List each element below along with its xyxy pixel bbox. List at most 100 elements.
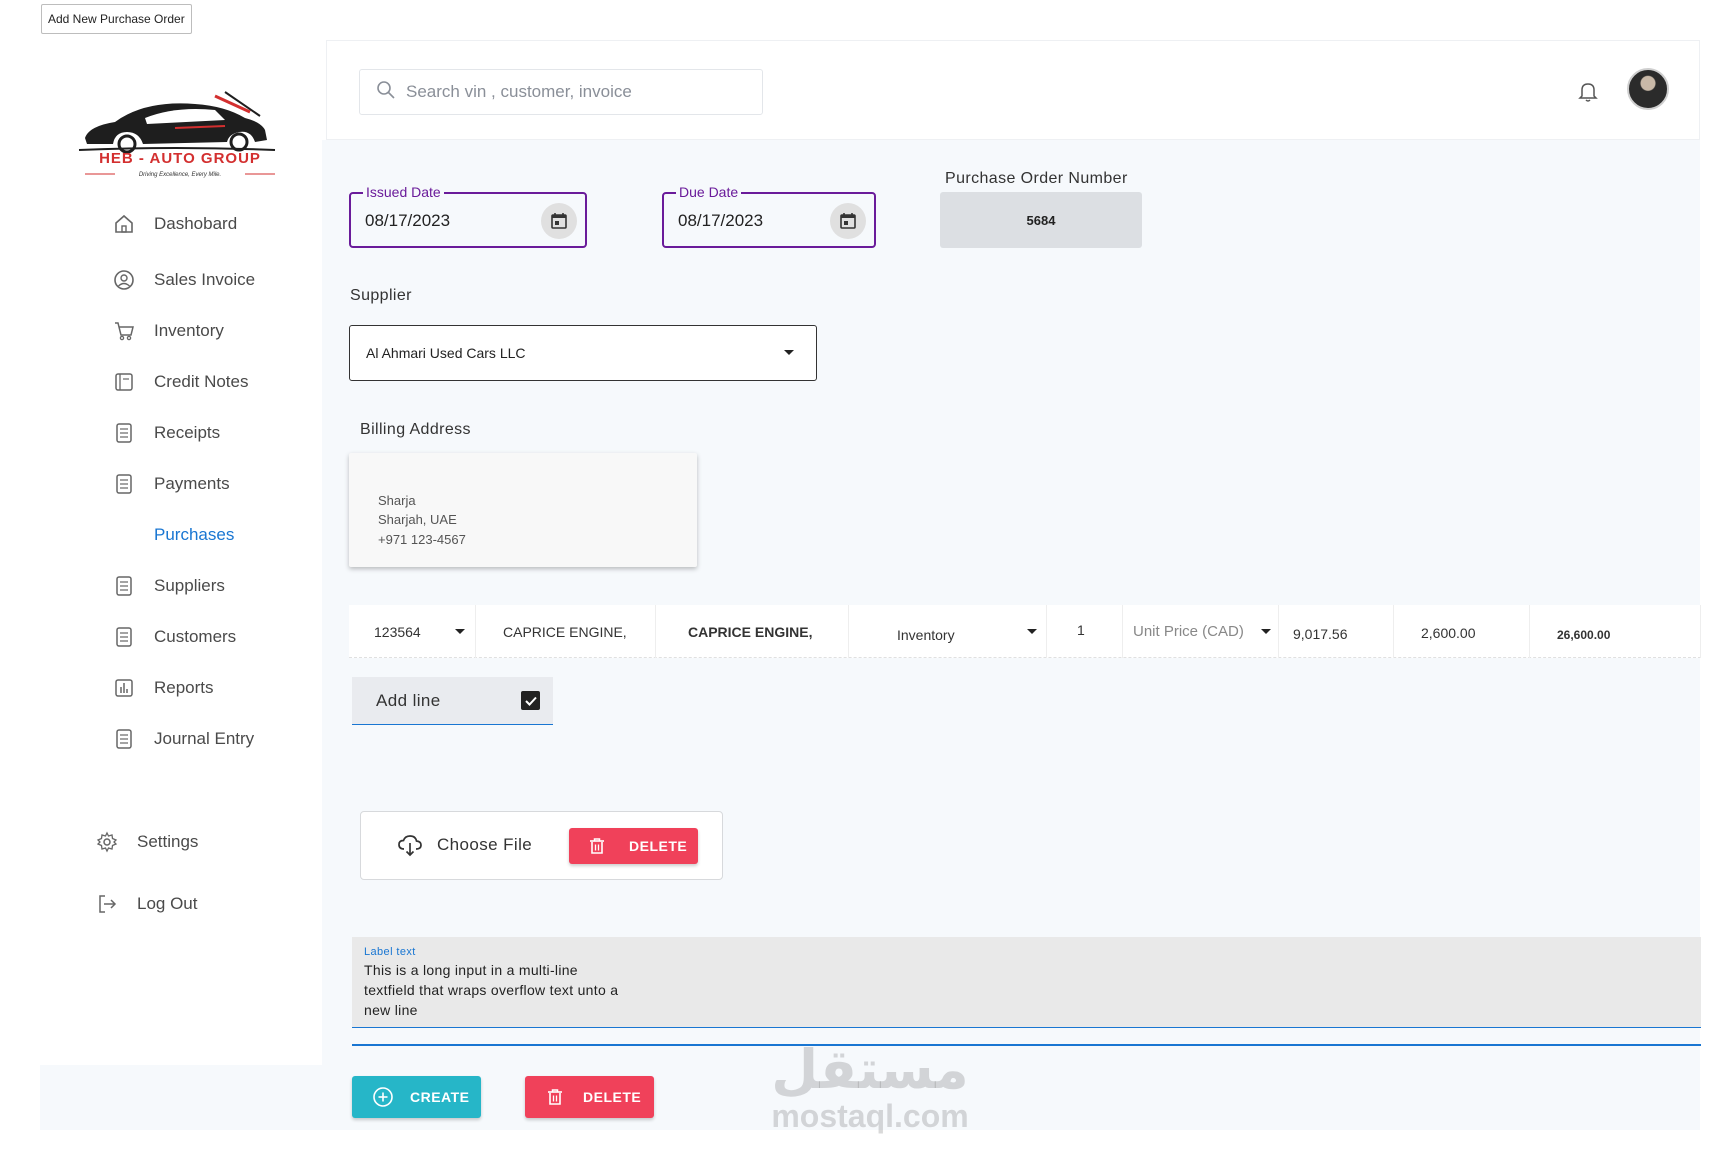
amount-field[interactable]: 2,600.00 bbox=[1394, 605, 1530, 658]
sidebar-item-receipts[interactable]: Receipts bbox=[112, 418, 220, 448]
add-line-label: Add line bbox=[376, 690, 441, 710]
account-select[interactable]: Inventory bbox=[849, 605, 1047, 658]
unit-price-value: 9,017.56 bbox=[1293, 625, 1348, 642]
item-description: CAPRICE ENGINE, bbox=[688, 623, 813, 640]
sidebar-item-label: Dashobard bbox=[154, 214, 238, 233]
delete-button[interactable]: DELETE bbox=[525, 1076, 654, 1118]
quantity-value: 1 bbox=[1077, 621, 1085, 638]
billing-address-label: Billing Address bbox=[360, 421, 471, 438]
due-date-label: Due Date bbox=[676, 184, 742, 200]
sidebar-item-customers[interactable]: Customers bbox=[112, 622, 236, 652]
home-icon bbox=[112, 212, 136, 236]
billing-line: +971 123-4567 bbox=[378, 532, 466, 547]
quantity-field[interactable]: 1 bbox=[1047, 605, 1123, 658]
settings-button[interactable]: Settings bbox=[95, 827, 198, 857]
sidebar-footer-strip bbox=[40, 1065, 322, 1130]
cloud-download-icon bbox=[397, 832, 423, 858]
brand-logo: HEB - AUTO GROUP Driving Excellence, Eve… bbox=[75, 70, 285, 190]
sidebar-item-payments[interactable]: Payments bbox=[112, 469, 230, 499]
bar-chart-icon bbox=[112, 676, 136, 700]
watermark-latin: mostaql.com bbox=[771, 1098, 969, 1134]
unit-price-label: Unit Price (CAD) bbox=[1133, 623, 1244, 640]
document-list-icon bbox=[112, 421, 136, 445]
user-circle-icon bbox=[112, 268, 136, 292]
bell-icon[interactable] bbox=[1576, 79, 1600, 103]
chevron-down-icon bbox=[455, 629, 465, 634]
sidebar-item-inventory[interactable]: Inventory bbox=[112, 316, 224, 346]
plus-circle-icon bbox=[372, 1086, 394, 1108]
total-value: 26,600.00 bbox=[1557, 627, 1611, 642]
total-field: 26,600.00 bbox=[1530, 605, 1701, 658]
sidebar-item-label: Sales Invoice bbox=[154, 270, 256, 289]
logout-button[interactable]: Log Out bbox=[95, 889, 198, 919]
amount-value: 2,600.00 bbox=[1421, 624, 1476, 641]
po-number-field: 5684 bbox=[940, 192, 1142, 248]
billing-line: Sharjah, UAE bbox=[378, 512, 457, 527]
due-date-field[interactable]: Due Date 08/17/2023 bbox=[662, 184, 876, 248]
item-description-field[interactable]: CAPRICE ENGINE, bbox=[656, 605, 849, 658]
account-value: Inventory bbox=[897, 626, 955, 643]
po-number-label: Purchase Order Number bbox=[945, 170, 1128, 187]
logout-icon bbox=[95, 892, 119, 916]
cart-icon bbox=[112, 319, 136, 343]
billing-address-card: Sharja Sharjah, UAE +971 123-4567 bbox=[349, 453, 697, 567]
create-label: CREATE bbox=[410, 1089, 470, 1105]
sidebar-item-sales-invoice[interactable]: Sales Invoice bbox=[112, 265, 255, 295]
create-button[interactable]: CREATE bbox=[352, 1076, 481, 1118]
sidebar-item-reports[interactable]: Reports bbox=[112, 673, 214, 703]
billing-line: Sharja bbox=[378, 493, 416, 508]
notes-value: This is a long input in a multi-line tex… bbox=[364, 962, 619, 1018]
issued-date-value: 08/17/2023 bbox=[365, 211, 451, 230]
document-list-icon bbox=[112, 574, 136, 598]
checkbox-checked-icon[interactable] bbox=[521, 691, 540, 710]
unit-price-field[interactable]: 9,017.56 bbox=[1279, 605, 1394, 658]
item-code-select[interactable]: 123564 bbox=[349, 605, 476, 658]
add-line-button[interactable]: Add line bbox=[352, 677, 553, 725]
search-icon bbox=[376, 80, 396, 105]
trash-icon bbox=[589, 837, 605, 855]
file-delete-button[interactable]: DELETE bbox=[569, 828, 698, 864]
due-date-value: 08/17/2023 bbox=[678, 211, 764, 230]
svg-text:HEB - AUTO GROUP: HEB - AUTO GROUP bbox=[99, 150, 261, 167]
sidebar-item-dashboard[interactable]: Dashobard bbox=[112, 209, 237, 239]
sidebar-item-journal-entry[interactable]: Journal Entry bbox=[112, 724, 254, 754]
divider bbox=[352, 1044, 1701, 1046]
item-name: CAPRICE ENGINE, bbox=[503, 623, 627, 640]
sidebar-item-credit-notes[interactable]: Credit Notes bbox=[112, 367, 248, 397]
chevron-down-icon bbox=[1027, 629, 1037, 634]
calendar-icon[interactable] bbox=[830, 203, 866, 239]
supplier-select[interactable]: Al Ahmari Used Cars LLC bbox=[349, 325, 817, 381]
search-input[interactable]: Search vin , customer, invoice bbox=[359, 69, 763, 115]
choose-file-button[interactable]: Choose File bbox=[397, 832, 532, 858]
top-header: Search vin , customer, invoice bbox=[326, 40, 1700, 140]
sidebar-item-label: Inventory bbox=[154, 321, 224, 340]
logout-label: Log Out bbox=[137, 894, 198, 913]
file-upload-box: Choose File DELETE bbox=[360, 811, 723, 880]
sidebar-item-label: Receipts bbox=[154, 423, 221, 442]
document-list-icon bbox=[112, 625, 136, 649]
line-item-row: 123564 CAPRICE ENGINE, CAPRICE ENGINE, I… bbox=[349, 605, 1701, 658]
chevron-down-icon bbox=[1261, 629, 1271, 634]
sidebar-item-label: Suppliers bbox=[154, 576, 225, 595]
search-placeholder: Search vin , customer, invoice bbox=[406, 82, 632, 101]
unit-price-currency-select[interactable]: Unit Price (CAD) bbox=[1123, 605, 1279, 658]
notes-icon bbox=[112, 370, 136, 394]
notes-label: Label text bbox=[364, 946, 416, 958]
issued-date-label: Issued Date bbox=[363, 184, 444, 200]
calendar-icon[interactable] bbox=[541, 203, 577, 239]
issued-date-field[interactable]: Issued Date 08/17/2023 bbox=[349, 184, 587, 248]
item-name-field[interactable]: CAPRICE ENGINE, bbox=[476, 605, 656, 658]
watermark-arabic: مستقل bbox=[771, 1038, 969, 1101]
trash-icon bbox=[547, 1088, 563, 1106]
sidebar-item-label: Purchases bbox=[154, 525, 235, 544]
sidebar-item-purchases[interactable]: Purchases bbox=[112, 520, 234, 550]
supplier-value: Al Ahmari Used Cars LLC bbox=[366, 345, 526, 361]
document-list-icon bbox=[112, 472, 136, 496]
sidebar-item-suppliers[interactable]: Suppliers bbox=[112, 571, 225, 601]
window-tab[interactable]: Add New Purchase Order bbox=[41, 4, 192, 34]
item-code: 123564 bbox=[374, 623, 421, 640]
notes-textarea[interactable]: Label text This is a long input in a mul… bbox=[352, 937, 1701, 1028]
avatar[interactable] bbox=[1627, 68, 1669, 110]
choose-file-label: Choose File bbox=[437, 835, 533, 854]
sidebar-item-label: Reports bbox=[154, 678, 214, 697]
